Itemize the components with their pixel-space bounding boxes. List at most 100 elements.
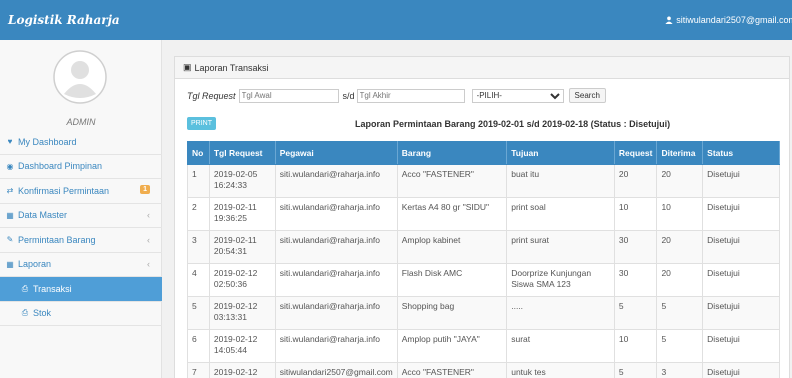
sidebar-item-label: My Dashboard bbox=[18, 136, 77, 147]
row-number: 3 bbox=[187, 230, 210, 264]
sidebar: ADMIN ♥ My Dashboard ◉ Dashboard Pimpina… bbox=[0, 40, 162, 378]
gauge-icon: ◉ bbox=[6, 161, 14, 171]
heart-icon: ♥ bbox=[7, 137, 13, 147]
received-qty: 10 bbox=[656, 197, 704, 231]
sidebar-item-transaksi[interactable]: ⎙ Transaksi bbox=[0, 277, 162, 302]
column-header[interactable]: Request bbox=[613, 141, 658, 165]
end-date-input[interactable] bbox=[356, 88, 465, 103]
received-qty: 20 bbox=[656, 263, 704, 297]
row-number: 7 bbox=[187, 362, 210, 378]
sidebar-item-dashboard-pimpinan[interactable]: ◉ Dashboard Pimpinan bbox=[0, 155, 162, 179]
sidebar-item-permintaan-barang[interactable]: ✎ Permintaan Barang ‹ bbox=[0, 228, 162, 253]
top-navbar: Logistik Raharja sitiwulandari2507@gmail… bbox=[0, 0, 792, 40]
sidebar-item-label: Konfirmasi Permintaan bbox=[18, 185, 110, 196]
print-button[interactable]: PRINT bbox=[187, 117, 216, 130]
request-date: 2019-02-12 03:13:31 bbox=[208, 296, 276, 330]
status-badge: Disetujui bbox=[702, 197, 780, 231]
status-badge: Disetujui bbox=[702, 362, 780, 378]
report-panel: ▣ Laporan Transaksi Tgl Request s/d -PIL… bbox=[174, 56, 790, 378]
status-badge: Disetujui bbox=[702, 164, 780, 198]
sidebar-item-konfirmasi-permintaan[interactable]: ⇄ Konfirmasi Permintaan 1 bbox=[0, 179, 162, 204]
status-select[interactable]: -PILIH- bbox=[471, 88, 564, 103]
table-row: 1 2019-02-05 16:24:33 siti.wulandari@rahar… bbox=[187, 164, 780, 198]
item-name: Kertas A4 80 gr "SIDU" bbox=[396, 197, 508, 231]
user-email: sitiwulandari2507@gmail.com bbox=[676, 15, 792, 25]
purpose: Doorprize Kunjungan Siswa SMA 123 bbox=[506, 263, 615, 297]
table-header-row: No Tgl Request Pegawai Barang Tujuan Req… bbox=[187, 141, 780, 165]
sidebar-item-my-dashboard[interactable]: ♥ My Dashboard bbox=[0, 130, 162, 155]
purpose: ..... bbox=[506, 296, 615, 330]
column-header[interactable]: Pegawai bbox=[274, 141, 398, 165]
sidebar-item-label: Dashboard Pimpinan bbox=[18, 161, 103, 172]
printer-icon: ⎙ bbox=[21, 283, 29, 293]
purpose: print surat bbox=[506, 230, 615, 264]
sidebar-item-data-master[interactable]: ▦ Data Master ‹ bbox=[0, 204, 162, 228]
search-button[interactable]: Search bbox=[568, 88, 606, 103]
printer-icon: ⎙ bbox=[21, 308, 29, 318]
request-date: 2019-02-05 16:24:33 bbox=[208, 164, 276, 198]
item-name: Flash Disk AMC bbox=[396, 263, 508, 297]
column-header[interactable]: Barang bbox=[396, 141, 508, 165]
sidebar-item-label: Permintaan Barang bbox=[18, 234, 96, 245]
request-date: 2019-02-11 20:54:31 bbox=[208, 230, 276, 264]
user-role: ADMIN bbox=[66, 117, 96, 127]
request-qty: 5 bbox=[613, 362, 658, 378]
received-qty: 3 bbox=[656, 362, 704, 378]
sidebar-item-label: Transaksi bbox=[33, 283, 72, 294]
column-header[interactable]: No bbox=[187, 141, 210, 165]
item-name: Acco "FASTENER" bbox=[396, 164, 508, 198]
employee-email: siti.wulandari@raharja.info bbox=[274, 296, 398, 330]
item-name: Amplop putih "JAYA" bbox=[396, 329, 508, 363]
item-name: Shopping bag bbox=[396, 296, 508, 330]
sidebar-item-stok[interactable]: ⎙ Stok bbox=[0, 302, 162, 326]
panel-title: Laporan Transaksi bbox=[194, 62, 269, 73]
request-qty: 30 bbox=[613, 230, 658, 264]
request-qty: 5 bbox=[613, 296, 658, 330]
employee-email: siti.wulandari@raharja.info bbox=[274, 329, 398, 363]
purpose: print soal bbox=[506, 197, 615, 231]
row-number: 5 bbox=[187, 296, 210, 330]
employee-email: sitiwulandari2507@gmail.com bbox=[274, 362, 398, 378]
filter-form: Tgl Request s/d -PILIH- Search bbox=[187, 88, 606, 103]
chevron-left-icon: ‹ bbox=[147, 259, 150, 270]
employee-email: siti.wulandari@raharja.info bbox=[274, 164, 398, 198]
exchange-icon: ⇄ bbox=[6, 186, 14, 196]
sidebar-menu: ♥ My Dashboard ◉ Dashboard Pimpinan ⇄ Ko… bbox=[0, 130, 162, 326]
received-qty: 5 bbox=[656, 329, 704, 363]
table-row: 5 2019-02-12 03:13:31 siti.wulandari@rahar… bbox=[187, 296, 780, 330]
column-header[interactable]: Tujuan bbox=[506, 141, 615, 165]
request-qty: 10 bbox=[613, 197, 658, 231]
avatar bbox=[53, 50, 107, 104]
table-row: 4 2019-02-12 02:50:36 siti.wulandari@rahar… bbox=[187, 263, 780, 297]
brand-logo[interactable]: Logistik Raharja bbox=[8, 13, 120, 27]
column-header[interactable]: Tgl Request bbox=[208, 141, 276, 165]
employee-email: siti.wulandari@raharja.info bbox=[274, 230, 398, 264]
panel-header: ▣ Laporan Transaksi bbox=[175, 57, 789, 79]
grid-icon: ▦ bbox=[6, 259, 14, 269]
document-icon: ▣ bbox=[183, 62, 192, 72]
sidebar-item-laporan[interactable]: ▦ Laporan ‹ bbox=[0, 253, 162, 277]
transactions-table: No Tgl Request Pegawai Barang Tujuan Req… bbox=[187, 141, 780, 378]
request-date: 2019-02-12 02:50:36 bbox=[208, 263, 276, 297]
received-qty: 5 bbox=[656, 296, 704, 330]
purpose: surat bbox=[506, 329, 615, 363]
employee-email: siti.wulandari@raharja.info bbox=[274, 263, 398, 297]
purpose: untuk tes bbox=[506, 362, 615, 378]
date-separator: s/d bbox=[342, 90, 355, 101]
request-date: 2019-02-11 19:36:25 bbox=[208, 197, 276, 231]
table-row: 2 2019-02-11 19:36:25 siti.wulandari@rahar… bbox=[187, 197, 780, 231]
row-number: 6 bbox=[187, 329, 210, 363]
status-badge: Disetujui bbox=[702, 263, 780, 297]
start-date-input[interactable] bbox=[238, 88, 339, 103]
status-badge: Disetujui bbox=[702, 230, 780, 264]
column-header[interactable]: Status bbox=[702, 141, 780, 165]
row-number: 2 bbox=[187, 197, 210, 231]
request-qty: 20 bbox=[613, 164, 658, 198]
row-number: 1 bbox=[187, 164, 210, 198]
filter-label: Tgl Request bbox=[187, 90, 236, 101]
received-qty: 20 bbox=[656, 164, 704, 198]
user-menu[interactable]: sitiwulandari2507@gmail.com bbox=[665, 15, 792, 25]
status-badge: Disetujui bbox=[702, 329, 780, 363]
column-header[interactable]: Diterima bbox=[656, 141, 704, 165]
sidebar-item-label: Laporan bbox=[18, 259, 52, 270]
